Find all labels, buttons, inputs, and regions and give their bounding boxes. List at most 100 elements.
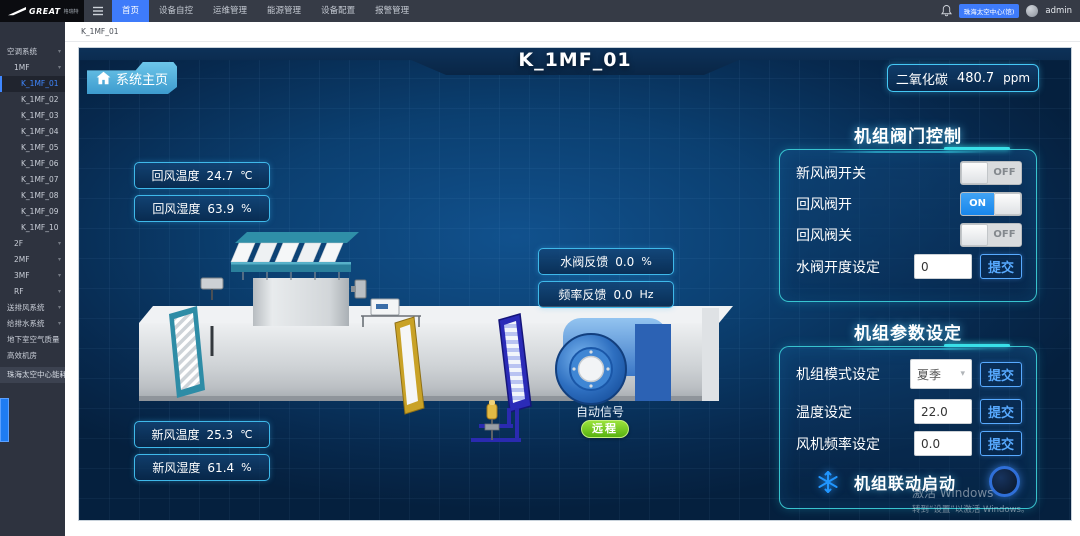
- tree-item-label: 2MF: [14, 255, 30, 264]
- readout-value: 61.4: [207, 461, 234, 475]
- sidebar-item-k_1mf_08[interactable]: K_1MF_08: [0, 188, 65, 204]
- notification-bell-icon[interactable]: [941, 5, 952, 17]
- tree-item-label: 3MF: [14, 271, 30, 280]
- sidebar-item-k_1mf_06[interactable]: K_1MF_06: [0, 156, 65, 172]
- valve-opening-submit-button[interactable]: 提交: [980, 254, 1022, 279]
- sidebar-item-k_1mf_01[interactable]: K_1MF_01: [0, 76, 65, 92]
- sidebar-item-3mf[interactable]: 3MF ▾: [0, 268, 65, 284]
- valve-opening-input[interactable]: [914, 254, 972, 279]
- param-setting-panel: 机组模式设定 夏季 ▾ 提交 温度设定 提交: [779, 346, 1037, 509]
- nav-item-4[interactable]: 设备配置: [311, 0, 365, 22]
- tree-item-label: K_1MF_10: [21, 223, 59, 232]
- return-valve-close-toggle[interactable]: OFF: [960, 223, 1022, 247]
- sidebar-item--[interactable]: 地下室空气质量▾: [0, 332, 65, 348]
- readout-unit: %: [641, 255, 651, 268]
- return-valve-open-toggle[interactable]: ON: [960, 192, 1022, 216]
- fan-freq-set-row: 风机频率设定 提交: [796, 431, 1022, 456]
- co2-value: 480.7: [957, 71, 994, 86]
- select-value: 夏季: [917, 366, 941, 383]
- unit-mode-submit-button[interactable]: 提交: [980, 362, 1022, 387]
- readout-label: 回风温度: [151, 167, 199, 184]
- sidebar-item-1mf[interactable]: 1MF▾: [0, 60, 65, 76]
- username[interactable]: admin: [1045, 6, 1072, 16]
- tree-item-label: K_1MF_01: [21, 79, 59, 88]
- readout-label: 频率反馈: [558, 286, 606, 303]
- menu-collapse-icon[interactable]: [92, 6, 104, 16]
- nav-item-0[interactable]: 首页: [112, 0, 149, 22]
- tabbar: K_1MF_01: [65, 22, 1080, 42]
- linkage-circle-button[interactable]: [989, 466, 1020, 497]
- sidebar-item-k_1mf_07[interactable]: K_1MF_07: [0, 172, 65, 188]
- readout-value: 25.3: [206, 428, 233, 442]
- tree-caret-icon[interactable]: ▾: [58, 284, 61, 300]
- tab-k-1mf-01[interactable]: K_1MF_01: [81, 27, 119, 36]
- tree-caret-icon[interactable]: ▾: [58, 44, 61, 60]
- tree-caret-icon[interactable]: ▾: [58, 60, 61, 76]
- tree-item-label: K_1MF_04: [21, 127, 59, 136]
- tree-item-label: K_1MF_08: [21, 191, 59, 200]
- tree-item-label: K_1MF_06: [21, 159, 59, 168]
- unit-linkage-label[interactable]: 机组联动启动: [854, 470, 956, 494]
- readout-value: 24.7: [206, 169, 233, 183]
- sidebar-item--[interactable]: 给排水系统 ▾: [0, 316, 65, 332]
- sidebar-item-k_1mf_05[interactable]: K_1MF_05: [0, 140, 65, 156]
- sidebar-item-2f[interactable]: 2F▾: [0, 236, 65, 252]
- tree-item-label: 珠海太空中心能耗: [7, 370, 65, 379]
- unit-mode-select[interactable]: 夏季 ▾: [910, 359, 972, 389]
- fresh-air-valve-toggle[interactable]: OFF: [960, 161, 1022, 185]
- tree-caret-icon[interactable]: ▾: [58, 316, 61, 332]
- readout-value: 63.9: [207, 202, 234, 216]
- temp-set-input[interactable]: [914, 399, 972, 424]
- tree-caret-icon[interactable]: ▾: [58, 252, 61, 268]
- toggle-knob: [961, 162, 988, 184]
- remote-status-pill[interactable]: 远程: [581, 420, 629, 438]
- toggle-state: OFF: [988, 224, 1021, 246]
- tree-caret-icon[interactable]: ▾: [58, 268, 61, 284]
- nav-item-3[interactable]: 能源管理: [257, 0, 311, 22]
- tree-caret-icon[interactable]: ▾: [58, 236, 61, 252]
- tree-caret-icon[interactable]: ▾: [58, 300, 61, 316]
- sidebar-item-k_1mf_09[interactable]: K_1MF_09: [0, 204, 65, 220]
- tree-item-label: 给排水系统: [7, 319, 45, 328]
- topbar: GREAT 格瑞特 首页设备自控运维管理能源管理设备配置报警管理 珠海太空中心(…: [0, 0, 1080, 22]
- tree-item-label: RF: [14, 287, 24, 296]
- sidebar-item-k_1mf_10[interactable]: K_1MF_10: [0, 220, 65, 236]
- sidebar-item-k_1mf_02[interactable]: K_1MF_02: [0, 92, 65, 108]
- sidebar-item--[interactable]: 送排风系统▾: [0, 300, 65, 316]
- readout-label: 回风湿度: [152, 200, 200, 217]
- readout-label: 新风湿度: [152, 459, 200, 476]
- nav-item-5[interactable]: 报警管理: [365, 0, 419, 22]
- readout-label: 新风温度: [151, 426, 199, 443]
- main-nav: 首页设备自控运维管理能源管理设备配置报警管理: [112, 0, 941, 22]
- sidebar-item--[interactable]: 空调系统 ▾: [0, 44, 65, 60]
- sidebar-item--[interactable]: 珠海太空中心能耗: [0, 367, 65, 383]
- row-label: 回风阀关: [796, 225, 852, 245]
- sidebar-item-k_1mf_04[interactable]: K_1MF_04: [0, 124, 65, 140]
- sidebar-item-rf[interactable]: RF ▾: [0, 284, 65, 300]
- sidebar-tree: 空调系统▾1MF▾K_1MF_01K_1MF_02K_1MF_03K_1MF_0…: [0, 22, 65, 536]
- return-valve-close-row: 回风阀关 OFF: [796, 223, 1022, 247]
- sidebar-item-k_1mf_03[interactable]: K_1MF_03: [0, 108, 65, 124]
- project-badge[interactable]: 珠海太空中心(馆): [959, 4, 1020, 18]
- temp-set-submit-button[interactable]: 提交: [980, 399, 1022, 424]
- fan-freq-set-input[interactable]: [914, 431, 972, 456]
- tree-item-label: 地下室空气质量: [7, 335, 60, 344]
- nav-item-1[interactable]: 设备自控: [149, 0, 203, 22]
- return-valve-open-row: 回风阀开 ON: [796, 192, 1022, 216]
- sidebar-item-2mf[interactable]: 2MF ▾: [0, 252, 65, 268]
- row-label: 风机频率设定: [796, 434, 880, 454]
- logo-swoosh-icon: [8, 7, 26, 16]
- fan-freq-submit-button[interactable]: 提交: [980, 431, 1022, 456]
- user-avatar[interactable]: [1026, 5, 1038, 17]
- water-valve-feedback-readout: 水阀反馈 0.0 %: [538, 248, 674, 275]
- unit-linkage-row: 机组联动启动: [796, 466, 1022, 497]
- tree-item-label: K_1MF_09: [21, 207, 59, 216]
- toggle-state: OFF: [988, 162, 1021, 184]
- co2-unit: ppm: [1003, 71, 1030, 85]
- tree-item-label: 空调系统: [7, 47, 37, 56]
- sidebar-item--[interactable]: 高效机房: [0, 348, 65, 364]
- row-label: 温度设定: [796, 402, 852, 422]
- tree-item-label: K_1MF_03: [21, 111, 59, 120]
- sidebar-expand-handle[interactable]: [0, 398, 9, 442]
- nav-item-2[interactable]: 运维管理: [203, 0, 257, 22]
